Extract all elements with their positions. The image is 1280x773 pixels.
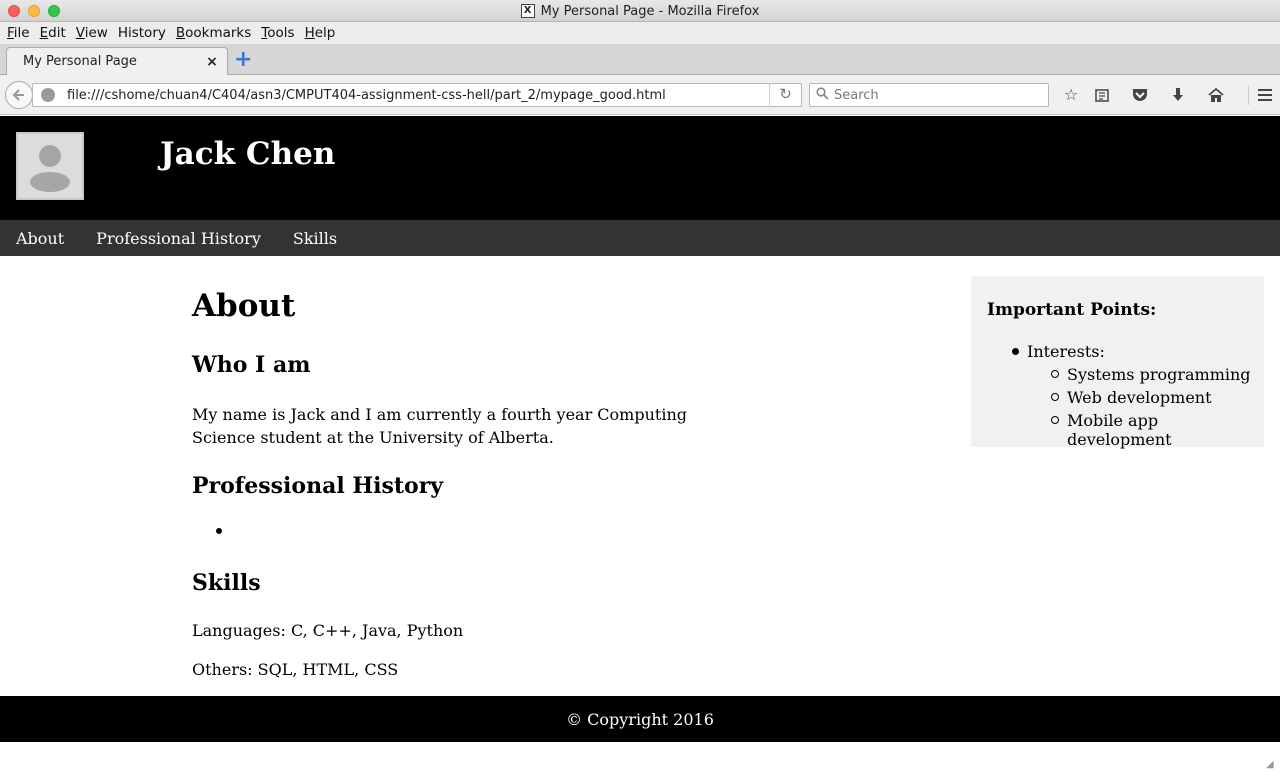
search-icon: [810, 86, 834, 104]
pocket-icon[interactable]: [1129, 85, 1151, 105]
interest-item: Systems programming: [1067, 365, 1251, 384]
site-nav: About Professional History Skills: [0, 220, 1280, 256]
skills-heading: Skills: [192, 570, 261, 596]
new-tab-icon[interactable]: +: [234, 49, 252, 71]
url-text[interactable]: file:///cshome/chuan4/C404/asn3/CMPUT404…: [67, 88, 769, 103]
download-icon[interactable]: [1167, 85, 1189, 105]
avatar: [16, 132, 84, 200]
reading-list-icon[interactable]: [1091, 85, 1113, 105]
interest-item: Mobile app development: [1067, 411, 1172, 449]
x11-app-icon: X: [520, 4, 535, 18]
menu-edit[interactable]: Edit: [35, 25, 71, 41]
nav-skills-link[interactable]: Skills: [293, 229, 337, 248]
languages-text: Languages: C, C++, Java, Python: [192, 621, 464, 640]
window-titlebar: X My Personal Page - Mozilla Firefox: [0, 0, 1280, 22]
tab-my-personal-page[interactable]: My Personal Page ×: [6, 47, 228, 75]
globe-icon: [41, 88, 55, 102]
list-bullet: [1051, 370, 1059, 378]
page-heading: About: [192, 288, 296, 324]
home-icon[interactable]: [1205, 85, 1227, 105]
star-icon[interactable]: ☆: [1060, 85, 1082, 105]
interest-item: Web development: [1067, 388, 1212, 407]
others-text: Others: SQL, HTML, CSS: [192, 660, 399, 679]
site-footer: © Copyright 2016: [0, 696, 1280, 742]
empty-list-bullet: [216, 528, 222, 534]
resize-grip-icon[interactable]: ◢: [1266, 759, 1278, 771]
menubar: File Edit View History Bookmarks Tools H…: [0, 22, 1280, 44]
menu-icon[interactable]: [1248, 85, 1276, 105]
site-title: Jack Chen: [160, 136, 336, 172]
site-header: Jack Chen: [0, 116, 1280, 220]
window-title: My Personal Page - Mozilla Firefox: [540, 3, 760, 19]
professional-history-heading: Professional History: [192, 473, 444, 499]
navigation-toolbar: file:///cshome/chuan4/C404/asn3/CMPUT404…: [0, 75, 1280, 115]
menu-view[interactable]: View: [71, 25, 113, 41]
who-heading: Who I am: [192, 352, 311, 378]
url-bar[interactable]: file:///cshome/chuan4/C404/asn3/CMPUT404…: [32, 83, 802, 107]
window-maximize-button[interactable]: [48, 5, 60, 17]
important-points-aside: Important Points: Interests: Systems pro…: [971, 276, 1264, 449]
list-bullet: [1012, 348, 1019, 355]
menu-help[interactable]: Help: [300, 25, 341, 41]
menu-bookmarks[interactable]: Bookmarks: [171, 25, 256, 41]
nav-about-link[interactable]: About: [16, 229, 64, 248]
menu-tools[interactable]: Tools: [256, 25, 299, 41]
main-content: About Who I am My name is Jack and I am …: [192, 276, 712, 679]
nav-professional-history-link[interactable]: Professional History: [96, 229, 261, 248]
tab-strip: My Personal Page × +: [0, 44, 1280, 75]
search-input[interactable]: [834, 87, 1034, 103]
window-close-button[interactable]: [8, 5, 20, 17]
who-paragraph: My name is Jack and I am currently a fou…: [192, 405, 687, 447]
web-page: Jack Chen About Professional History Ski…: [0, 116, 1280, 773]
aside-title: Important Points:: [987, 300, 1157, 320]
tab-label: My Personal Page: [23, 54, 137, 69]
reload-icon[interactable]: ↻: [769, 83, 801, 107]
tab-close-icon[interactable]: ×: [203, 54, 221, 70]
menu-history[interactable]: History: [113, 25, 171, 41]
list-bullet: [1051, 393, 1059, 401]
back-arrow-icon[interactable]: [5, 81, 33, 109]
window-minimize-button[interactable]: [28, 5, 40, 17]
list-bullet: [1051, 416, 1059, 424]
search-bar[interactable]: [809, 83, 1049, 107]
interests-label: Interests:: [1027, 342, 1105, 361]
menu-file[interactable]: File: [2, 25, 35, 41]
